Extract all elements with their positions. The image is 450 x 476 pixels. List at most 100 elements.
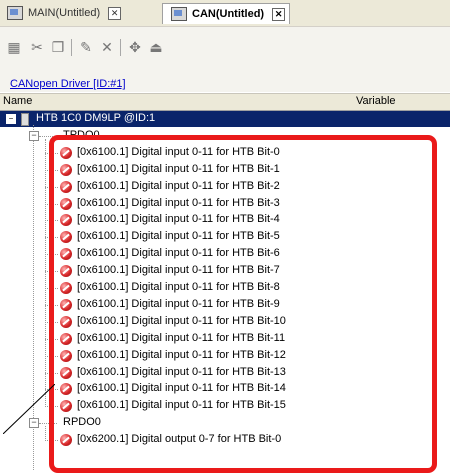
item-label: [0x6100.1] Digital input 0-11 for HTB Bi… xyxy=(77,382,286,395)
list-item[interactable]: [0x6100.1] Digital input 0-11 for HTB Bi… xyxy=(0,381,450,397)
tree-connector xyxy=(45,237,58,239)
delete-icon[interactable]: ✕ xyxy=(99,39,115,55)
group-label: RPDO0 xyxy=(63,416,101,429)
tree-connector xyxy=(45,288,58,289)
column-variable[interactable]: Variable xyxy=(356,95,396,107)
list-item[interactable]: [0x6100.1] Digital input 0-11 for HTB Bi… xyxy=(0,246,450,262)
group-node-rpdo0[interactable]: − RPDO0 xyxy=(0,415,450,431)
item-label: [0x6100.1] Digital input 0-11 for HTB Bi… xyxy=(77,314,286,327)
pdo-bit-icon xyxy=(60,248,72,261)
list-item[interactable]: [0x6100.1] Digital input 0-11 for HTB Bi… xyxy=(0,365,450,381)
pdo-bit-icon xyxy=(60,197,72,210)
pdo-bit-icon xyxy=(60,282,72,294)
tree-connector xyxy=(45,254,58,256)
item-label: [0x6100.1] Digital input 0-11 for HTB Bi… xyxy=(77,264,280,277)
device-label: HTB 1C0 DM9LP @ID:1 xyxy=(36,112,156,124)
column-name[interactable]: Name xyxy=(3,95,32,107)
toolbar-separator xyxy=(71,39,72,56)
toolbar-separator xyxy=(120,39,121,56)
device-tree: − HTB 1C0 DM9LP @ID:1 − TPDO0 [0x6100.1] D… xyxy=(0,111,450,476)
pdo-bit-icon xyxy=(60,214,72,227)
tree-connector xyxy=(45,304,58,306)
pdo-bit-icon xyxy=(60,265,72,278)
tree-connector xyxy=(45,355,58,357)
tree-connector xyxy=(45,321,58,323)
list-item[interactable]: [0x6100.1] Digital input 0-11 for HTB Bi… xyxy=(0,196,450,212)
tree-connector xyxy=(39,135,57,137)
driver-link[interactable]: CANopen Driver [ID:#1] xyxy=(10,78,126,90)
item-label: [0x6100.1] Digital input 0-11 for HTB Bi… xyxy=(77,247,280,260)
tree-connector xyxy=(45,186,58,188)
list-item[interactable]: [0x6100.1] Digital input 0-11 for HTB Bi… xyxy=(0,331,450,347)
list-item[interactable]: [0x6100.1] Digital input 0-11 for HTB Bi… xyxy=(0,179,450,195)
screen-icon xyxy=(171,7,187,21)
tab-can-label: CAN(Untitled) xyxy=(192,8,265,20)
tree-connector xyxy=(45,271,58,273)
list-item[interactable]: [0x6100.1] Digital input 0-11 for HTB Bi… xyxy=(0,162,450,178)
tree-connector xyxy=(45,372,58,374)
device-icon xyxy=(21,113,29,126)
group-node-tpdo0[interactable]: − TPDO0 xyxy=(0,128,450,144)
copy-icon[interactable]: ❐ xyxy=(50,39,66,55)
close-icon[interactable]: ✕ xyxy=(272,7,286,21)
list-item[interactable]: [0x6100.1] Digital input 0-11 for HTB Bi… xyxy=(0,280,450,296)
tree-connector xyxy=(45,203,58,205)
driver-bar: CANopen Driver [ID:#1] xyxy=(0,64,450,92)
list-item[interactable]: [0x6100.1] Digital input 0-11 for HTB Bi… xyxy=(0,212,450,228)
pdo-bit-icon xyxy=(60,231,72,244)
pdo-bit-icon xyxy=(60,298,72,311)
tree-connector xyxy=(45,169,58,171)
paste-icon[interactable]: ✎ xyxy=(78,39,94,55)
tab-main[interactable]: MAIN(Untitled) ✕ xyxy=(3,4,122,22)
item-label: [0x6100.1] Digital input 0-11 for HTB Bi… xyxy=(77,213,280,226)
pdo-bit-icon xyxy=(60,400,72,413)
pdo-bit-icon xyxy=(60,332,72,345)
item-label: [0x6100.1] Digital input 0-11 for HTB Bi… xyxy=(77,297,280,310)
pdo-bit-icon xyxy=(60,366,72,379)
list-item[interactable]: [0x6100.1] Digital input 0-11 for HTB Bi… xyxy=(0,398,450,414)
pdo-bit-icon xyxy=(60,349,72,362)
item-label: [0x6100.1] Digital input 0-11 for HTB Bi… xyxy=(77,331,286,344)
tab-can[interactable]: CAN(Untitled) ✕ xyxy=(162,3,291,24)
group-label: TPDO0 xyxy=(63,128,100,141)
list-item[interactable]: [0x6100.1] Digital input 0-11 for HTB Bi… xyxy=(0,145,450,161)
screen-icon xyxy=(7,6,23,20)
pdo-bit-icon xyxy=(60,315,72,328)
item-label: [0x6100.1] Digital input 0-11 for HTB Bi… xyxy=(77,399,286,412)
toolbar: ▦ ✂ ❐ ✎ ✕ ✥ ⏏ xyxy=(0,26,450,65)
remove-icon[interactable]: ⏏ xyxy=(148,39,164,55)
list-item[interactable]: [0x6200.1] Digital output 0-7 for HTB Bi… xyxy=(0,432,450,448)
item-label: [0x6100.1] Digital input 0-11 for HTB Bi… xyxy=(77,348,286,361)
collapse-icon[interactable]: − xyxy=(6,114,16,124)
cut-icon[interactable]: ✂ xyxy=(29,39,45,55)
pdo-bit-icon xyxy=(60,146,72,159)
item-label: [0x6100.1] Digital input 0-11 for HTB Bi… xyxy=(77,281,280,293)
item-label: [0x6100.1] Digital input 0-11 for HTB Bi… xyxy=(77,196,280,209)
tree-connector xyxy=(45,338,58,340)
item-label: [0x6100.1] Digital input 0-11 for HTB Bi… xyxy=(77,162,280,175)
item-label: [0x6100.1] Digital input 0-11 for HTB Bi… xyxy=(77,145,280,158)
column-header: Name Variable xyxy=(0,93,450,111)
callout-line xyxy=(3,384,55,434)
item-label: [0x6200.1] Digital output 0-7 for HTB Bi… xyxy=(77,433,282,446)
pdo-bit-icon xyxy=(60,163,72,176)
collapse-icon[interactable]: − xyxy=(29,130,39,141)
tab-bar: MAIN(Untitled) ✕ CAN(Untitled) ✕ xyxy=(0,0,450,26)
list-item[interactable]: [0x6100.1] Digital input 0-11 for HTB Bi… xyxy=(0,229,450,245)
list-item[interactable]: [0x6100.1] Digital input 0-11 for HTB Bi… xyxy=(0,263,450,279)
pdo-bit-icon xyxy=(60,180,72,193)
tab-main-label: MAIN(Untitled) xyxy=(28,7,101,19)
tree-connector xyxy=(45,220,58,222)
add-icon[interactable]: ✥ xyxy=(127,39,143,55)
pdo-bit-icon xyxy=(60,383,72,396)
tree-connector xyxy=(45,152,58,154)
item-label: [0x6100.1] Digital input 0-11 for HTB Bi… xyxy=(77,365,286,378)
list-item[interactable]: [0x6100.1] Digital input 0-11 for HTB Bi… xyxy=(0,297,450,313)
tree-connector xyxy=(45,138,46,408)
list-item[interactable]: [0x6100.1] Digital input 0-11 for HTB Bi… xyxy=(0,348,450,364)
align-icon[interactable]: ▦ xyxy=(6,39,22,55)
close-icon[interactable]: ✕ xyxy=(108,6,122,20)
device-node[interactable]: − HTB 1C0 DM9LP @ID:1 xyxy=(0,111,450,127)
list-item[interactable]: [0x6100.1] Digital input 0-11 for HTB Bi… xyxy=(0,314,450,330)
tree-connector xyxy=(45,440,58,442)
